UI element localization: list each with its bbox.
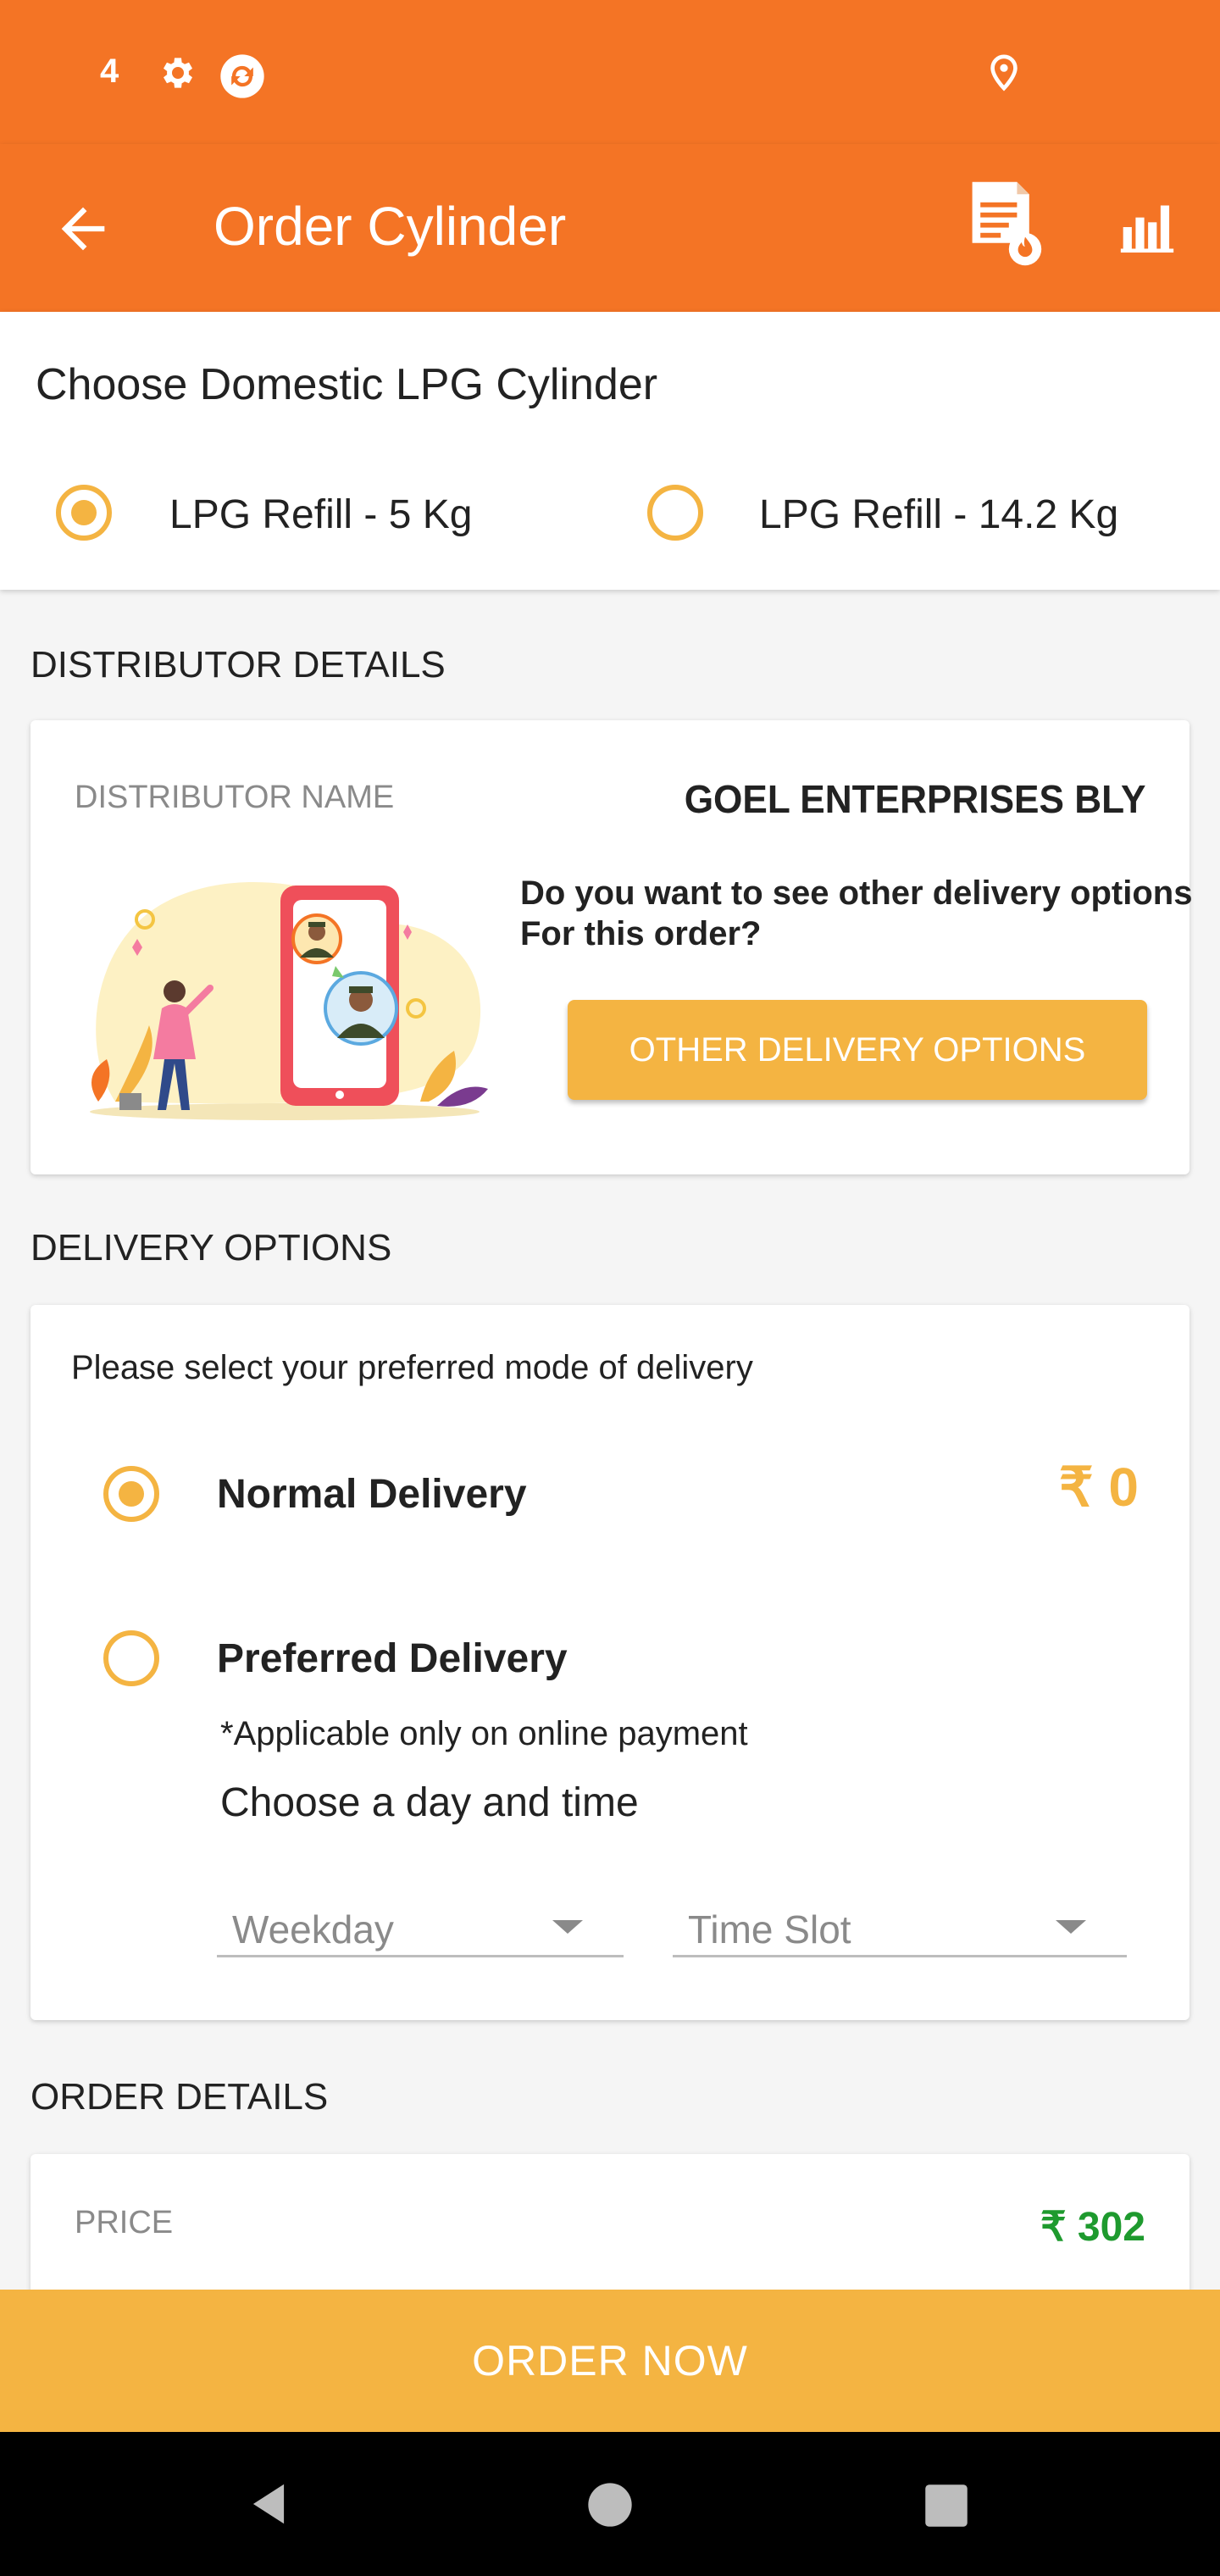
- page-title: Order Cylinder: [214, 196, 567, 257]
- radio-lpg-14kg[interactable]: [647, 485, 703, 541]
- booking-receipt-icon[interactable]: [964, 178, 1045, 269]
- normal-delivery-label[interactable]: Normal Delivery: [217, 1471, 527, 1518]
- location-icon: [990, 54, 1018, 92]
- delivery-prompt: Please select your preferred mode of del…: [71, 1349, 753, 1386]
- normal-delivery-price: ₹ 0: [1058, 1457, 1139, 1518]
- option-label-lpg-5kg[interactable]: LPG Refill - 5 Kg: [169, 491, 472, 538]
- cylinder-selection-card: Choose Domestic LPG Cylinder LPG Refill …: [0, 312, 1220, 590]
- radio-normal-delivery[interactable]: [103, 1466, 159, 1522]
- settings-icon: [164, 58, 192, 88]
- weekday-caret-icon: [552, 1920, 583, 1934]
- time-slot-dropdown[interactable]: Time Slot: [673, 1890, 1127, 1957]
- notification-count: 4: [100, 53, 119, 90]
- distributor-section-header: DISTRIBUTOR DETAILS: [30, 644, 446, 686]
- price-value: ₹ 302: [1040, 2205, 1145, 2250]
- delivery-options-card: Please select your preferred mode of del…: [30, 1305, 1190, 2020]
- weekday-dropdown[interactable]: Weekday: [217, 1890, 624, 1957]
- back-arrow-icon[interactable]: [51, 197, 115, 261]
- order-now-button[interactable]: ORDER NOW: [0, 2290, 1220, 2432]
- other-delivery-options-button[interactable]: OTHER DELIVERY OPTIONS: [568, 1000, 1147, 1100]
- app-bar: Order Cylinder: [0, 144, 1220, 312]
- nav-back-icon[interactable]: [242, 2478, 295, 2530]
- nav-home-icon[interactable]: [586, 2481, 634, 2529]
- delivery-illustration: [90, 882, 488, 1120]
- distributor-name-value: GOEL ENTERPRISES BLY: [684, 777, 1145, 821]
- preferred-delivery-label[interactable]: Preferred Delivery: [217, 1635, 568, 1682]
- other-options-question: Do you want to see other delivery option…: [520, 874, 1193, 952]
- option-label-lpg-14kg[interactable]: LPG Refill - 14.2 Kg: [759, 491, 1118, 538]
- radio-lpg-5kg[interactable]: [56, 485, 112, 541]
- sync-app-icon: [220, 54, 264, 98]
- price-label: PRICE: [75, 2205, 174, 2240]
- choose-day-time-label: Choose a day and time: [220, 1780, 639, 1825]
- delivery-section-header: DELIVERY OPTIONS: [30, 1227, 392, 1269]
- navigation-bar: [0, 2432, 1220, 2576]
- distributor-name-label: DISTRIBUTOR NAME: [75, 780, 395, 815]
- time-slot-caret-icon: [1056, 1920, 1086, 1934]
- time-slot-placeholder: Time Slot: [688, 1907, 851, 1951]
- online-payment-note: *Applicable only on online payment: [220, 1715, 748, 1752]
- radio-preferred-delivery[interactable]: [103, 1630, 159, 1686]
- status-bar: 4: [0, 0, 1220, 144]
- nav-recents-icon[interactable]: [923, 2483, 969, 2529]
- order-section-header: ORDER DETAILS: [30, 2076, 329, 2118]
- distributor-card: DISTRIBUTOR NAME GOEL ENTERPRISES BLY Do…: [30, 720, 1192, 1174]
- cylinder-heading: Choose Domestic LPG Cylinder: [36, 360, 658, 409]
- weekday-placeholder: Weekday: [232, 1907, 394, 1951]
- bar-chart-icon[interactable]: [1118, 198, 1176, 256]
